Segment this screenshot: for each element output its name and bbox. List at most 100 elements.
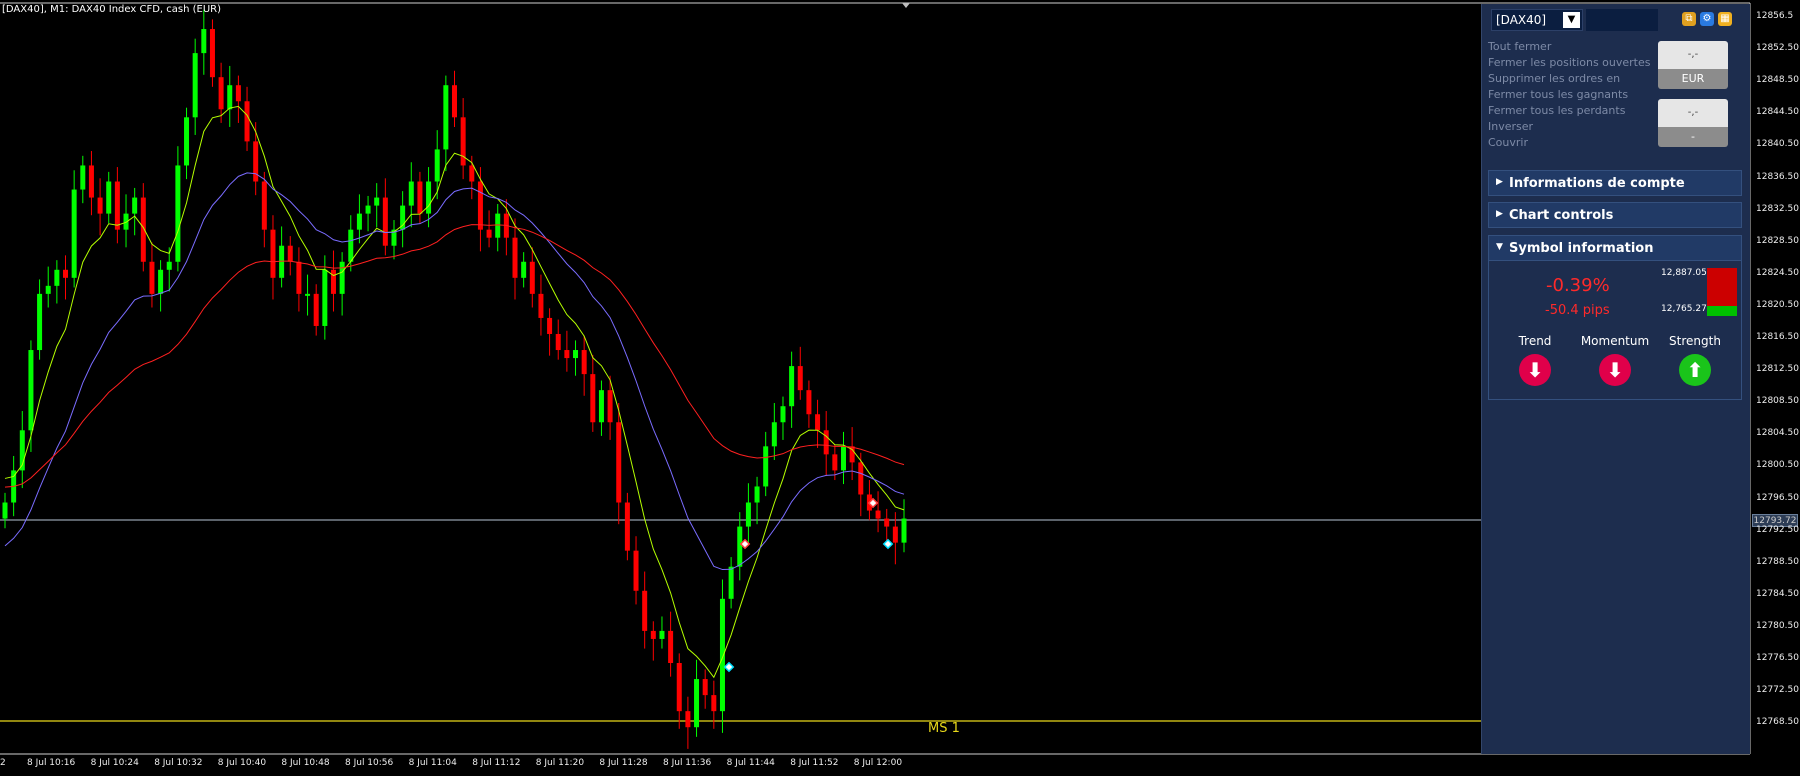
candle-body [28, 350, 34, 431]
candle-body [840, 446, 846, 471]
candle-body [80, 165, 86, 190]
candle-body [858, 462, 864, 495]
action-delete-orders[interactable]: Supprimer les ordres en [1488, 71, 1648, 87]
action-close-winners[interactable]: Fermer tous les gagnants [1488, 87, 1648, 103]
action-close-all[interactable]: Tout fermer [1488, 39, 1648, 55]
price-tick-label: 12832.50 [1756, 203, 1799, 214]
candle-body [832, 454, 838, 471]
candle-body [235, 85, 241, 102]
momentum-down-arrow-icon: ⬇ [1599, 354, 1631, 386]
value-button-1[interactable]: -,- [1658, 41, 1728, 69]
chevron-down-icon[interactable]: ▼ [1563, 12, 1580, 28]
candle-body [477, 181, 483, 230]
action-hedge[interactable]: Couvrir [1488, 135, 1648, 151]
section-symbol-info[interactable]: ▼ Symbol information [1488, 235, 1742, 261]
section-account-info[interactable]: ▶ Informations de compte [1488, 170, 1742, 196]
candle-body [192, 53, 198, 118]
price-tick-label: 12792.50 [1756, 524, 1799, 535]
candle-body [227, 85, 233, 110]
time-tick-label: 8 Jul 11:20 [535, 758, 585, 768]
candle-body [339, 261, 345, 294]
candle-body [624, 502, 630, 551]
candle-body [175, 165, 181, 262]
lot-input[interactable] [1586, 9, 1658, 31]
momentum-label: Momentum [1580, 334, 1650, 348]
candle-body [270, 229, 276, 278]
candle-body [538, 293, 544, 318]
time-tick-label: 8 Jul 11:44 [726, 758, 775, 768]
candle-body [521, 261, 527, 278]
candle-body [616, 422, 622, 503]
candle-body [763, 446, 769, 487]
candle-body [244, 101, 250, 142]
candle-body [529, 261, 535, 294]
time-tick-label: 8 Jul 10:24 [90, 758, 139, 768]
candle-body [88, 165, 94, 198]
time-tick-label: 8 Jul 10:40 [217, 758, 267, 768]
range-bar-red [1707, 268, 1737, 306]
time-tick-label: 8 Jul 10:56 [345, 758, 394, 768]
candle-body [97, 197, 103, 214]
time-tick-label: 8 Jul 10:16 [27, 758, 76, 768]
action-close-open[interactable]: Fermer les positions ouvertes [1488, 55, 1651, 71]
symbol-info-box: -0.39% -50.4 pips 12,887.05 12,765.27 Tr… [1488, 260, 1742, 400]
candle-body [728, 566, 734, 599]
candle-body [201, 29, 207, 54]
candle-body [659, 630, 665, 639]
candle-body [296, 261, 302, 294]
chart-shift-marker [902, 3, 910, 8]
candle-body [356, 213, 362, 230]
candle-body [417, 181, 423, 214]
price-tick-label: 12768.50 [1756, 717, 1799, 728]
trade-panel: [DAX40] ▼ ⧉ ⚙ ▦ Tout fermer Fermer les p… [1481, 4, 1750, 754]
candle-body [564, 350, 570, 359]
candle-body [313, 293, 319, 326]
price-tick-label: 12840.50 [1756, 139, 1799, 150]
layout-icon[interactable]: ▦ [1718, 12, 1732, 26]
symbol-value: [DAX40] [1496, 13, 1547, 27]
value-button-2[interactable]: -,- [1658, 99, 1728, 127]
price-tick-label: 12820.50 [1756, 299, 1799, 310]
strength-up-arrow-icon: ⬆ [1679, 354, 1711, 386]
candle-body [63, 269, 69, 278]
candle-body [512, 237, 518, 278]
time-tick-label: 2 [0, 758, 6, 768]
candle-body [279, 245, 285, 278]
candle-body [642, 590, 648, 631]
candle-body [745, 502, 751, 527]
candle-body [892, 526, 898, 543]
candle-body [771, 422, 777, 447]
price-tick-label: 12816.50 [1756, 332, 1799, 342]
candle-body [607, 390, 613, 423]
price-tick-label: 12828.50 [1756, 235, 1799, 246]
candle-body [685, 711, 691, 728]
candle-body [322, 269, 328, 326]
action-reverse[interactable]: Inverser [1488, 119, 1648, 135]
candle-body [469, 165, 475, 182]
price-tick-label: 12804.50 [1756, 428, 1799, 439]
candle-body [719, 598, 725, 712]
time-tick-label: 8 Jul 11:12 [472, 758, 521, 768]
candle-body [797, 366, 803, 391]
candle-body [218, 77, 224, 110]
candle-body [676, 663, 682, 712]
candle-body [875, 510, 881, 519]
candle-body [305, 293, 311, 296]
candle-body [2, 502, 8, 519]
candle-body [140, 197, 146, 262]
candle-body [823, 430, 829, 455]
section-chart-controls[interactable]: ▶ Chart controls [1488, 202, 1742, 228]
candle-body [149, 261, 155, 294]
candle-body [408, 181, 414, 206]
time-tick-label: 8 Jul 11:28 [599, 758, 648, 768]
action-close-losers[interactable]: Fermer tous les perdants [1488, 103, 1648, 119]
signal-marker [882, 538, 894, 550]
candle-body [184, 117, 190, 166]
chevron-down-icon: ▼ [1496, 242, 1503, 252]
candle-body [633, 550, 639, 591]
copy-icon[interactable]: ⧉ [1682, 12, 1696, 26]
moving-average-slow [4, 224, 905, 488]
gear-icon[interactable]: ⚙ [1700, 12, 1714, 26]
currency-label: EUR [1658, 69, 1728, 89]
symbol-select[interactable]: [DAX40] ▼ [1491, 9, 1583, 31]
